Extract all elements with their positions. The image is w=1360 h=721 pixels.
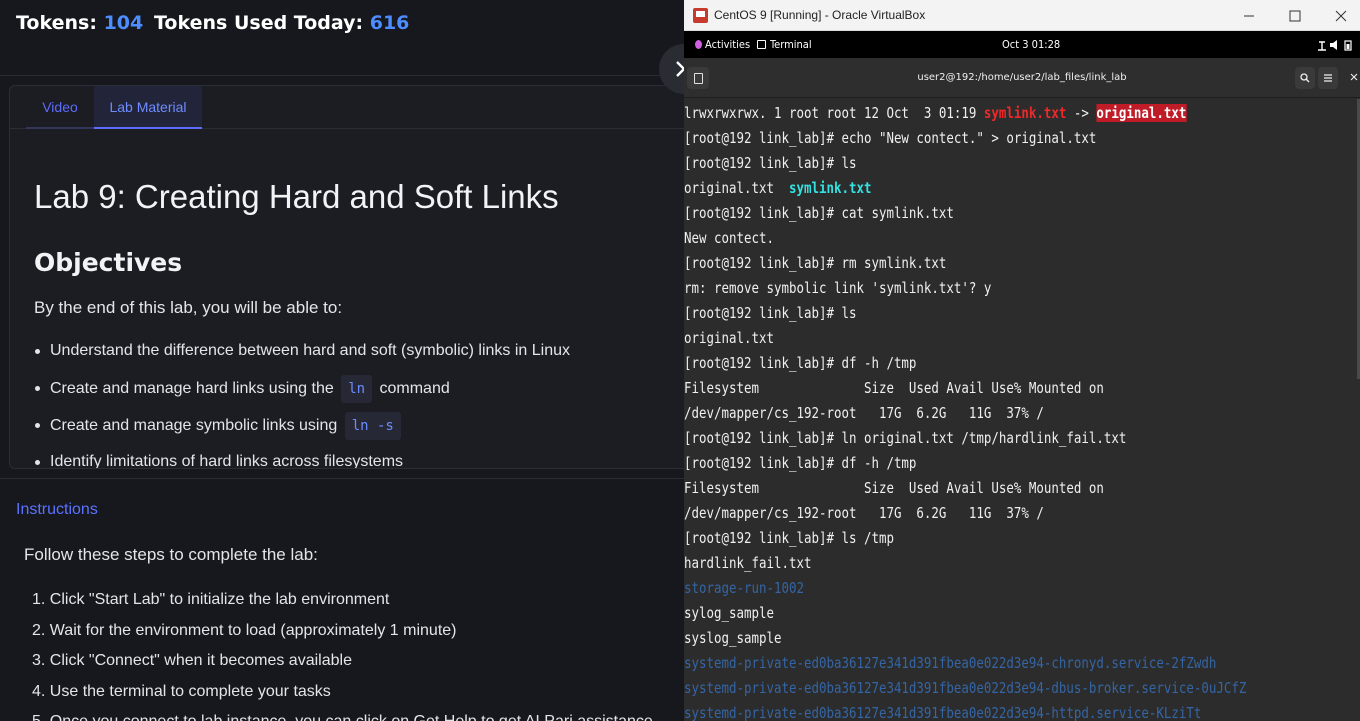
terminal-line: systemd-private-ed0ba36127e341d391fbea0e… [684, 704, 1202, 721]
terminal-line: hardlink_fail.txt [684, 554, 812, 572]
terminal-line: [root@192 link_lab]# rm symlink.txt [684, 254, 947, 272]
broken-target-name: original.txt [1096, 104, 1187, 122]
terminal-line: storage-run-1002 [684, 579, 804, 597]
window-titlebar: CentOS 9 [Running] - Oracle VirtualBox [684, 0, 1360, 31]
tokens-value: 104 [103, 12, 144, 34]
list-item: Identify limitations of hard links acros… [34, 449, 674, 469]
terminal-line: /dev/mapper/cs_192-root 17G 6.2G 11G 37%… [684, 404, 1044, 422]
tokens-counter: Tokens: 104 [16, 12, 143, 34]
terminal-app-icon [757, 40, 766, 49]
tokens-used-counter: Tokens Used Today: 616 [154, 12, 409, 34]
terminal-line: [root@192 link_lab]# ls [684, 154, 857, 172]
terminal-line: sylog_sample [684, 604, 774, 622]
instructions-intro: Follow these steps to complete the lab: [24, 545, 318, 564]
tab-lab-material[interactable]: Lab Material [94, 86, 202, 129]
terminal-output[interactable]: lrwxrwxrwx. 1 root root 12 Oct 3 01:19 s… [684, 99, 1360, 721]
terminal-line: [root@192 link_lab]# ls [684, 304, 857, 322]
code-snippet: ln -s [344, 412, 401, 440]
terminal-line: [root@192 link_lab]# df -h /tmp [684, 454, 917, 472]
clock[interactable]: Oct 3 01:28 [1002, 38, 1060, 51]
objectives-intro: By the end of this lab, you will be able… [34, 298, 343, 317]
maximize-button[interactable] [1272, 0, 1318, 31]
terminal-line: lrwxrwxrwx. 1 root root 12 Oct 3 01:19 s… [684, 104, 1187, 122]
symlink-name: symlink.txt [983, 104, 1067, 122]
objective-text: command [379, 380, 450, 397]
close-icon [1350, 73, 1358, 81]
tokens-used-value: 616 [369, 12, 410, 34]
virtualbox-icon [693, 8, 708, 23]
terminal-line: systemd-private-ed0ba36127e341d391fbea0e… [684, 679, 1247, 697]
terminal-line: [root@192 link_lab]# df -h /tmp [684, 354, 917, 372]
terminal-line: [root@192 link_lab]# ln original.txt /tm… [684, 429, 1127, 447]
tokens-label: Tokens: [16, 12, 97, 34]
terminal-line: [root@192 link_lab]# ls /tmp [684, 529, 894, 547]
instructions-steps: 1. Click "Start Lab" to initialize the l… [32, 589, 653, 721]
minimize-button[interactable] [1226, 0, 1272, 31]
objective-text: Create and manage hard links using the [50, 380, 334, 397]
list-item: Understand the difference between hard a… [34, 338, 674, 375]
terminal-line: [root@192 link_lab]# cat symlink.txt [684, 204, 954, 222]
lab-material-card: Video Lab Material Lab 9: Creating Hard … [9, 85, 684, 469]
terminal-line: systemd-private-ed0ba36127e341d391fbea0e… [684, 654, 1217, 672]
symlink-name: symlink.txt [788, 179, 872, 197]
objectives-list: Understand the difference between hard a… [34, 338, 674, 469]
tokens-used-label: Tokens Used Today: [154, 12, 364, 34]
terminal-app-menu[interactable]: Terminal [770, 38, 812, 51]
list-item: 1. Click "Start Lab" to initialize the l… [32, 591, 390, 608]
lab-panel: Tokens: 104 Tokens Used Today: 616 Video… [0, 0, 684, 721]
maximize-icon [1289, 10, 1301, 22]
search-icon [1300, 73, 1310, 83]
list-item: Create and manage hard links using the l… [34, 375, 674, 412]
terminal-line: original.txt [684, 329, 774, 347]
terminal-line: [root@192 link_lab]# echo "New contect."… [684, 129, 1097, 147]
close-icon [1335, 10, 1347, 22]
terminal-close-button[interactable] [1349, 70, 1359, 82]
terminal-line: original.txt symlink.txt [684, 179, 872, 197]
close-button[interactable] [1318, 0, 1360, 31]
lab-title: Lab 9: Creating Hard and Soft Links [34, 178, 559, 215]
tab-bar: Video Lab Material [10, 86, 684, 129]
window-title: CentOS 9 [Running] - Oracle VirtualBox [714, 8, 926, 22]
instructions-section: Instructions Follow these steps to compl… [0, 478, 684, 721]
list-item: 4. Use the terminal to complete your tas… [32, 682, 331, 700]
minimize-icon [1244, 15, 1254, 17]
objective-text: Identify limitations of hard links acros… [50, 453, 404, 469]
instructions-label: Instructions [16, 501, 98, 518]
gnome-top-bar: Activities Terminal Oct 3 01:28 [684, 31, 1360, 58]
terminal-line: syslog_sample [684, 629, 782, 647]
objective-text: Create and manage symbolic links using [50, 417, 338, 434]
objective-text: Understand the difference between hard a… [50, 342, 570, 359]
objectives-heading: Objectives [34, 248, 183, 277]
system-status-icons[interactable] [1317, 39, 1353, 51]
terminal-menu-button[interactable] [1318, 67, 1338, 89]
list-item: 2. Wait for the environment to load (app… [32, 621, 457, 639]
terminal-title: user2@192:/home/user2/lab_files/link_lab [917, 72, 1127, 83]
terminal-headerbar: user2@192:/home/user2/lab_files/link_lab [684, 58, 1360, 98]
code-snippet: ln [341, 375, 373, 403]
terminal-line: Filesystem Size Used Avail Use% Mounted … [684, 479, 1104, 497]
terminal-line: Filesystem Size Used Avail Use% Mounted … [684, 379, 1104, 397]
list-item: Create and manage symbolic links using l… [34, 412, 674, 449]
hamburger-menu-icon [1324, 74, 1332, 82]
list-item: 5. Once you connect to lab instance, you… [32, 711, 653, 721]
terminal-line: /dev/mapper/cs_192-root 17G 6.2G 11G 37%… [684, 504, 1044, 522]
tokens-bar: Tokens: 104 Tokens Used Today: 616 [0, 0, 684, 76]
tab-video[interactable]: Video [26, 86, 94, 129]
activities-icon [695, 40, 702, 49]
lab-content: Lab 9: Creating Hard and Soft Links Obje… [34, 178, 674, 468]
terminal-search-button[interactable] [1295, 67, 1315, 89]
virtualbox-window: CentOS 9 [Running] - Oracle VirtualBox A… [684, 0, 1360, 721]
activities-button[interactable]: Activities [705, 38, 750, 51]
terminal-line: rm: remove symbolic link 'symlink.txt'? … [684, 279, 992, 297]
terminal-line: New contect. [684, 229, 774, 247]
list-item: 3. Click "Connect" when it becomes avail… [32, 652, 352, 669]
